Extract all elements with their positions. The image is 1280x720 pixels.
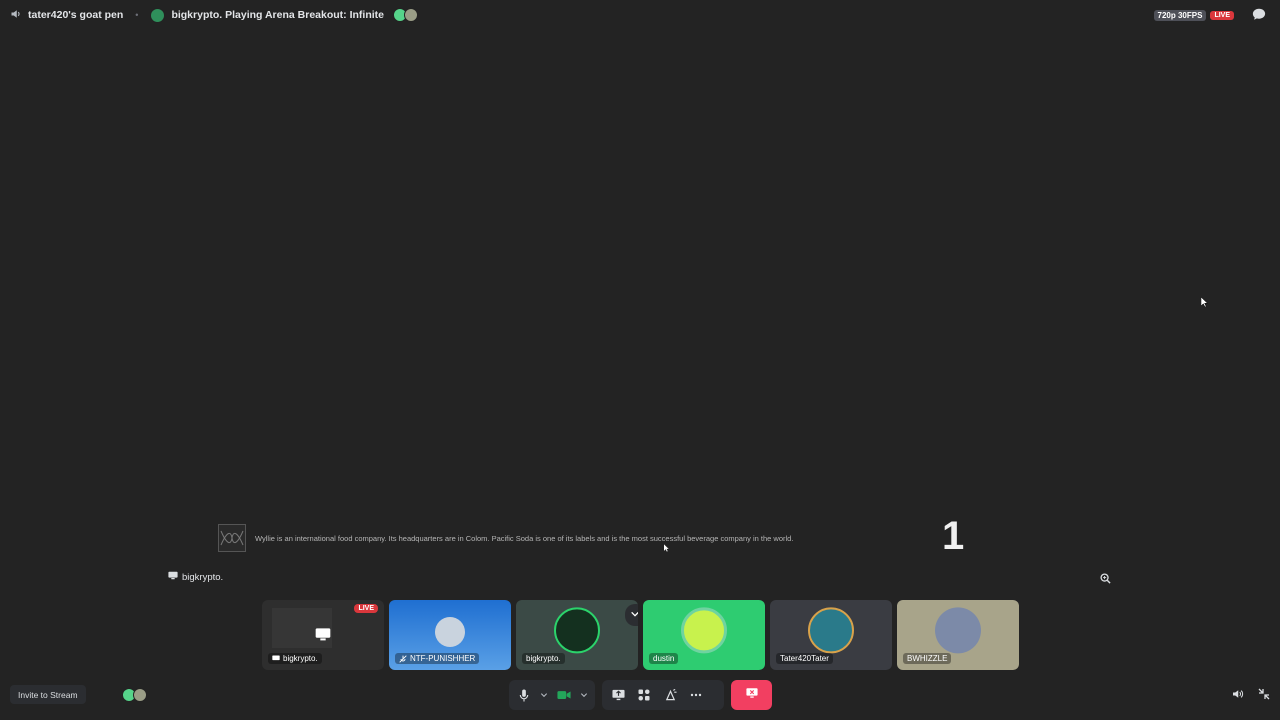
speaker-icon[interactable] [10, 8, 22, 23]
viewer-avatars[interactable] [122, 688, 147, 702]
avatar [808, 607, 854, 654]
live-badge: LIVE [1210, 10, 1234, 20]
caption-text: Wyllie is an international food company.… [255, 533, 794, 543]
mic-camera-controls [509, 680, 595, 710]
streamer-name: bigkrypto. [182, 571, 224, 583]
participant-tile[interactable]: bigkrypto. [516, 600, 638, 670]
participant-tile[interactable]: Tater420Tater [770, 600, 892, 670]
more-options-icon[interactable] [686, 685, 706, 705]
avatar [935, 607, 981, 654]
participant-tile[interactable]: dustin [643, 600, 765, 670]
chat-icon[interactable] [1252, 7, 1266, 24]
avatar [681, 607, 727, 654]
window-controls [1231, 687, 1270, 705]
participant-name: bigkrypto. [268, 653, 322, 664]
camera-icon[interactable] [555, 685, 574, 705]
top-bar-left: tater420's goat pen • bigkrypto. Playing… [10, 7, 418, 23]
participant-name: Tater420Tater [776, 653, 833, 664]
participant-name: BWHIZZLE [903, 653, 952, 664]
streamer-avatar [150, 7, 166, 23]
participant-tile[interactable]: LIVE bigkrypto. [262, 600, 384, 670]
tile-options[interactable] [625, 604, 638, 626]
question-number: 1 [942, 514, 965, 558]
soundboard-icon[interactable] [660, 685, 680, 705]
screen-share-icon [168, 571, 178, 583]
screen-share-icon [315, 627, 331, 646]
separator-dot: • [135, 10, 139, 20]
invite-to-stream-button[interactable]: Invite to Stream [10, 685, 86, 704]
chevron-down-icon[interactable] [630, 606, 638, 624]
viewer-avatars[interactable] [393, 8, 418, 22]
avatar [435, 617, 465, 647]
muted-mic-icon [399, 654, 407, 663]
participant-tile[interactable]: NTF-PUNISHHER [389, 600, 511, 670]
chevron-down-icon[interactable] [540, 685, 549, 705]
zoom-icon[interactable] [1100, 571, 1111, 589]
participant-tiles: LIVE bigkrypto. NTF-PUNISHHER bigkrypto.… [262, 600, 1019, 670]
voice-channel-name[interactable]: tater420's goat pen [28, 9, 123, 21]
microphone-icon[interactable] [515, 685, 534, 705]
chevron-down-icon[interactable] [580, 685, 589, 705]
bottom-bar: Invite to Stream [0, 680, 1280, 710]
viewer-avatar [133, 688, 147, 702]
caption-thumbnail [218, 524, 246, 552]
participant-name: NTF-PUNISHHER [395, 653, 480, 664]
live-badge: LIVE [354, 604, 378, 613]
top-bar: tater420's goat pen • bigkrypto. Playing… [0, 0, 1280, 30]
volume-icon[interactable] [1231, 687, 1244, 705]
activity-controls [602, 680, 724, 710]
stream-caption: Wyllie is an international food company.… [218, 521, 978, 555]
activities-icon[interactable] [634, 685, 654, 705]
stop-stream-icon [745, 686, 758, 704]
top-bar-right: 720p 30FPS LIVE [1153, 7, 1266, 24]
stop-watching-button[interactable] [731, 680, 772, 710]
participant-tile[interactable]: BWHIZZLE [897, 600, 1019, 670]
streamer-label: bigkrypto. [168, 571, 223, 583]
screen-share-icon[interactable] [608, 685, 628, 705]
exit-fullscreen-icon[interactable] [1258, 687, 1270, 705]
avatar [554, 607, 600, 654]
viewer-avatar [404, 8, 418, 22]
participant-name: dustin [649, 653, 679, 664]
mouse-cursor [1200, 294, 1209, 312]
quality-badge: 720p 30FPS [1153, 9, 1207, 21]
stream-title: bigkrypto. Playing Arena Breakout: Infin… [171, 9, 384, 21]
stream-stage[interactable] [0, 30, 1280, 590]
participant-name: bigkrypto. [522, 653, 565, 664]
mouse-cursor [664, 539, 669, 557]
